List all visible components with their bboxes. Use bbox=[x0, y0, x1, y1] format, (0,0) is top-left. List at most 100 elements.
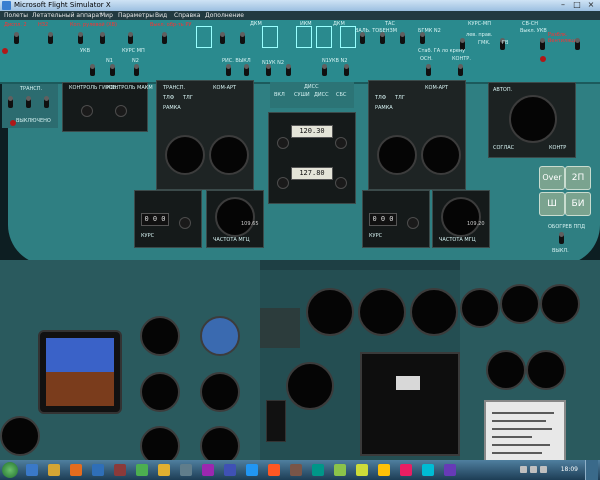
toggle-switch[interactable] bbox=[426, 64, 431, 76]
center-attitude-gauge bbox=[286, 362, 334, 410]
adf-dial[interactable] bbox=[209, 135, 249, 175]
toggle-switch[interactable] bbox=[240, 32, 245, 44]
toggle-switch[interactable] bbox=[286, 64, 291, 76]
toggle-switch[interactable] bbox=[128, 32, 133, 44]
toggle-switch[interactable] bbox=[100, 32, 105, 44]
course-knob[interactable] bbox=[179, 217, 191, 229]
indicator-window bbox=[296, 26, 312, 48]
menu-aircraft[interactable]: Летательный аппарат bbox=[32, 11, 103, 20]
sh-button[interactable]: Ш bbox=[539, 192, 565, 216]
autopilot-dial[interactable] bbox=[509, 95, 557, 143]
battery-icon[interactable] bbox=[540, 466, 547, 473]
ie-icon[interactable] bbox=[26, 464, 38, 476]
app-icon[interactable] bbox=[356, 464, 368, 476]
toggle-switch[interactable] bbox=[90, 64, 95, 76]
selector-knob[interactable] bbox=[115, 105, 127, 117]
app-icon[interactable] bbox=[422, 464, 434, 476]
maximize-icon[interactable]: □ bbox=[570, 0, 584, 10]
minimize-icon[interactable]: – bbox=[556, 0, 570, 10]
attitude-indicator bbox=[38, 330, 122, 414]
toggle-switch[interactable] bbox=[162, 32, 167, 44]
app-icon[interactable] bbox=[224, 464, 236, 476]
toggle-switch[interactable] bbox=[540, 38, 545, 50]
two-p-button[interactable]: 2П bbox=[565, 166, 591, 190]
app-icon[interactable] bbox=[202, 464, 214, 476]
menu-options[interactable]: Параметры bbox=[118, 11, 154, 20]
show-desktop-button[interactable] bbox=[585, 460, 598, 480]
word-icon[interactable] bbox=[92, 464, 104, 476]
menu-addons[interactable]: Дополнение bbox=[205, 11, 244, 20]
label-ukv: УКВ bbox=[80, 48, 91, 54]
app-icon[interactable] bbox=[114, 464, 126, 476]
clock[interactable]: 18:09 bbox=[561, 460, 578, 480]
mini-attitude-gauge bbox=[200, 316, 240, 356]
selector-knob[interactable] bbox=[81, 105, 93, 117]
heater-switch[interactable] bbox=[559, 232, 564, 244]
comm-radio-panel: 120.30 127.80 bbox=[268, 112, 356, 204]
menu-help[interactable]: Справка bbox=[174, 11, 200, 20]
app-icon[interactable] bbox=[444, 464, 456, 476]
app-icon[interactable] bbox=[312, 464, 324, 476]
start-button[interactable] bbox=[2, 462, 18, 478]
nav-frequency-dial[interactable] bbox=[215, 197, 255, 237]
toggle-switch[interactable] bbox=[220, 32, 225, 44]
menu-view[interactable]: Вид bbox=[155, 11, 167, 20]
indicator-window bbox=[340, 26, 356, 48]
toggle-switch[interactable] bbox=[380, 32, 385, 44]
network-icon[interactable] bbox=[520, 466, 527, 473]
app-icon[interactable] bbox=[400, 464, 412, 476]
toggle-switch[interactable] bbox=[134, 64, 139, 76]
course-knob[interactable] bbox=[407, 217, 419, 229]
menu-flights[interactable]: Полеты bbox=[4, 11, 28, 20]
frequency-knob[interactable] bbox=[335, 177, 347, 189]
app-icon[interactable] bbox=[334, 464, 346, 476]
adf-dial[interactable] bbox=[421, 135, 461, 175]
nav-frequency-dial[interactable] bbox=[441, 197, 481, 237]
toggle-switch[interactable] bbox=[26, 96, 31, 108]
toggle-switch[interactable] bbox=[110, 64, 115, 76]
toggle-switch[interactable] bbox=[226, 64, 231, 76]
app-icon[interactable] bbox=[136, 464, 148, 476]
gear-panel bbox=[266, 400, 286, 442]
toggle-switch[interactable] bbox=[344, 64, 349, 76]
app-icon[interactable] bbox=[158, 464, 170, 476]
app-icon[interactable] bbox=[268, 464, 280, 476]
volume-icon[interactable] bbox=[530, 466, 537, 473]
toggle-switch[interactable] bbox=[360, 32, 365, 44]
toggle-switch[interactable] bbox=[8, 96, 13, 108]
toggle-switch[interactable] bbox=[78, 32, 83, 44]
transponder-panel: ТРАНСП. ВЫКЛЮЧЕНО bbox=[2, 84, 58, 128]
media-icon[interactable] bbox=[70, 464, 82, 476]
app-icon[interactable] bbox=[378, 464, 390, 476]
toggle-switch[interactable] bbox=[44, 96, 49, 108]
app-icon[interactable] bbox=[180, 464, 192, 476]
radar-indicator bbox=[396, 376, 420, 390]
close-icon[interactable]: × bbox=[584, 0, 598, 10]
menu-world[interactable]: Мир bbox=[100, 11, 113, 20]
app-icon[interactable] bbox=[290, 464, 302, 476]
label-diss-mode: ДИСС bbox=[314, 92, 329, 98]
frequency-knob[interactable] bbox=[277, 137, 289, 149]
flight-sim-icon[interactable] bbox=[246, 464, 258, 476]
engine-gauge bbox=[526, 350, 566, 390]
label-kontr: КОНТР. bbox=[452, 56, 471, 62]
over-button[interactable]: Over bbox=[539, 166, 565, 190]
adf-dial[interactable] bbox=[377, 135, 417, 175]
toggle-switch[interactable] bbox=[14, 32, 19, 44]
toggle-switch[interactable] bbox=[458, 64, 463, 76]
toggle-switch[interactable] bbox=[322, 64, 327, 76]
toggle-switch[interactable] bbox=[48, 32, 53, 44]
text-line bbox=[492, 420, 546, 422]
toggle-switch[interactable] bbox=[420, 32, 425, 44]
toggle-switch[interactable] bbox=[400, 32, 405, 44]
toggle-switch[interactable] bbox=[244, 64, 249, 76]
toggle-switch[interactable] bbox=[575, 38, 580, 50]
adf-dial[interactable] bbox=[165, 135, 205, 175]
frequency-knob[interactable] bbox=[277, 177, 289, 189]
bi-button[interactable]: БИ bbox=[565, 192, 591, 216]
frequency-knob[interactable] bbox=[335, 137, 347, 149]
explorer-icon[interactable] bbox=[48, 464, 60, 476]
engine-gauge bbox=[460, 288, 500, 328]
text-line bbox=[492, 452, 542, 454]
toggle-switch[interactable] bbox=[266, 64, 271, 76]
